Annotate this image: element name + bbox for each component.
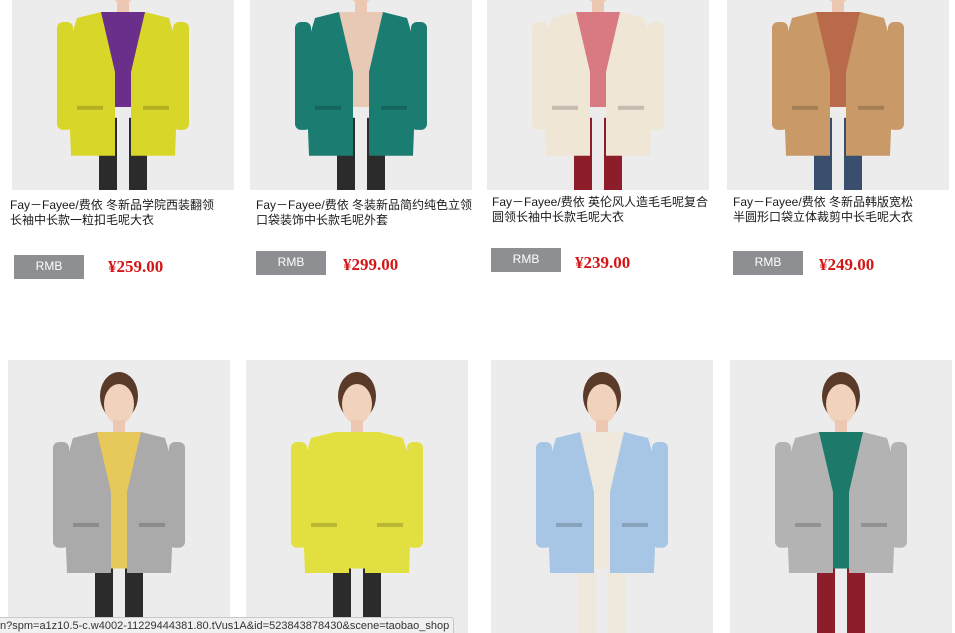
product-image[interactable] [487,0,709,190]
product-price: ¥299.00 [343,255,399,274]
product-image[interactable] [491,360,713,633]
product-card[interactable] [8,360,230,633]
model-photo-illustration [53,372,185,633]
model-photo-illustration [291,372,423,633]
product-title[interactable]: Fay－Fayee/费依 冬装新品简约纯色立领 口袋装饰中长款毛呢外套 [256,198,486,228]
product-image[interactable] [730,360,952,633]
product-image[interactable] [12,0,234,190]
product-card[interactable] [730,360,952,633]
product-card[interactable]: Fay－Fayee/费依 冬新品韩版宽松 半圆形口袋立体裁剪中长毛呢大衣 RMB… [725,0,955,290]
currency-button[interactable]: RMB [256,251,326,275]
product-price: ¥259.00 [108,257,164,276]
product-price: ¥249.00 [819,255,875,274]
model-photo-illustration [295,0,427,190]
product-card[interactable]: Fay－Fayee/费依 冬装新品简约纯色立领 口袋装饰中长款毛呢外套 RMB … [240,0,485,290]
product-image[interactable] [246,360,468,633]
status-bar-url: n?spm=a1z10.5-c.w4002-11229444381.80.tVu… [0,617,455,633]
product-image[interactable] [8,360,230,633]
product-title[interactable]: Fay－Fayee/费依 冬新品学院西装翻领 长袖中长款一粒扣毛呢大衣 [10,198,240,228]
model-photo-illustration [532,0,664,190]
product-price: ¥239.00 [575,253,631,272]
currency-button[interactable]: RMB [733,251,803,275]
model-photo-illustration [536,372,668,633]
currency-button[interactable]: RMB [14,255,84,279]
product-card[interactable] [246,360,468,633]
product-card[interactable]: Fay－Fayee/费依 英伦风人造毛毛呢复合 圆领长袖中长款毛呢大衣 RMB … [485,0,725,290]
product-card[interactable] [491,360,713,633]
model-photo-illustration [57,0,189,190]
product-title[interactable]: Fay－Fayee/费依 冬新品韩版宽松 半圆形口袋立体裁剪中长毛呢大衣 [733,195,955,225]
product-image[interactable] [727,0,949,190]
currency-button[interactable]: RMB [491,248,561,272]
product-image[interactable] [250,0,472,190]
product-card[interactable]: Fay－Fayee/费依 冬新品学院西装翻领 长袖中长款一粒扣毛呢大衣 RMB … [0,0,240,290]
model-photo-illustration [775,372,907,633]
product-title[interactable]: Fay－Fayee/费依 英伦风人造毛毛呢复合 圆领长袖中长款毛呢大衣 [492,195,722,225]
model-photo-illustration [772,0,904,190]
